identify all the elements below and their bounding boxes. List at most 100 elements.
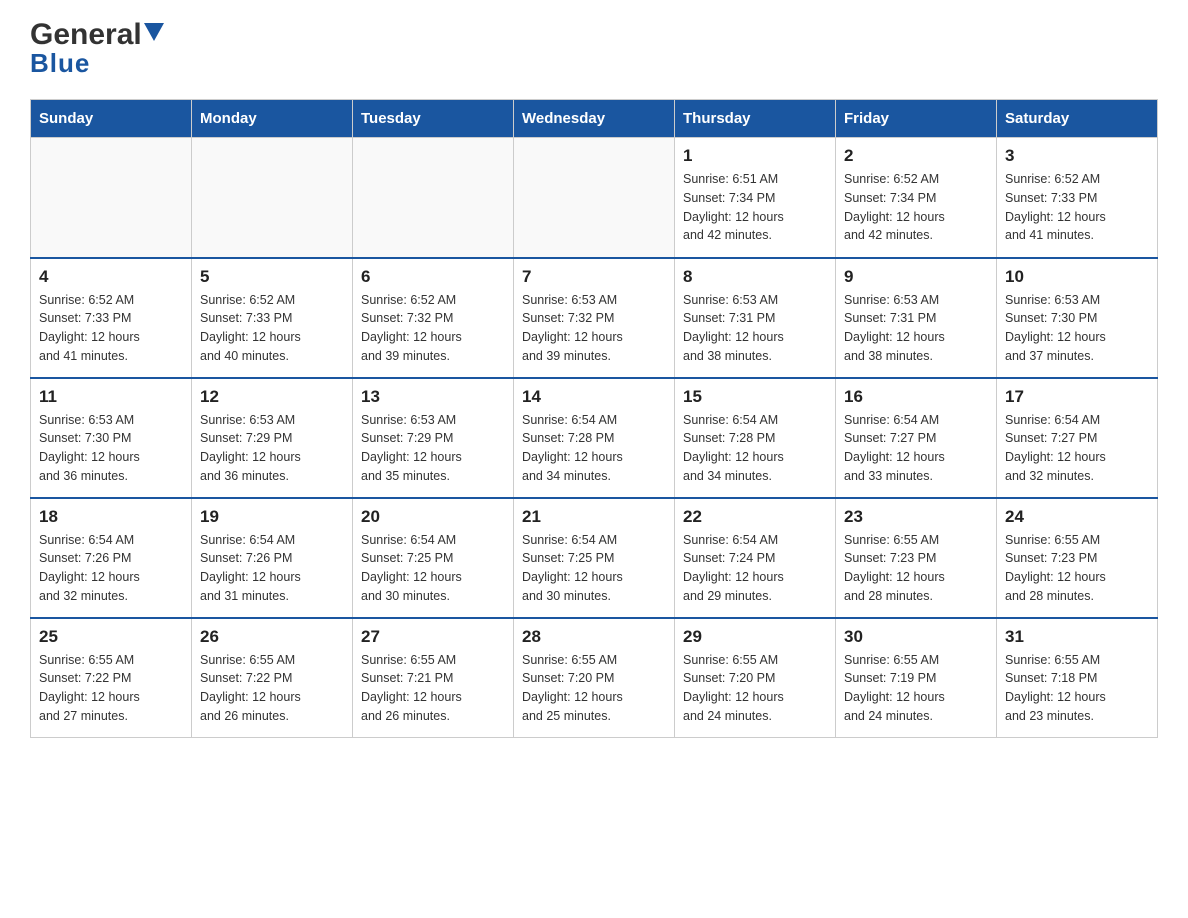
calendar-day-cell: 13Sunrise: 6:53 AM Sunset: 7:29 PM Dayli… xyxy=(353,378,514,498)
day-info: Sunrise: 6:53 AM Sunset: 7:29 PM Dayligh… xyxy=(200,411,344,486)
day-number: 3 xyxy=(1005,146,1149,166)
day-number: 22 xyxy=(683,507,827,527)
calendar-day-cell xyxy=(353,138,514,258)
day-number: 31 xyxy=(1005,627,1149,647)
day-info: Sunrise: 6:55 AM Sunset: 7:20 PM Dayligh… xyxy=(683,651,827,726)
calendar-week-row: 18 Sunrise: 6:54 AM Sunset: 7:26 PM Dayli… xyxy=(31,498,1158,618)
day-of-week-header: Monday xyxy=(192,100,353,138)
day-number: 10 xyxy=(1005,267,1149,287)
day-info: Sunrise: 6:55 AM Sunset: 7:22 PM Dayligh… xyxy=(39,651,183,726)
day-number: 21 xyxy=(522,507,666,527)
calendar-day-cell: 27 Sunrise: 6:55 AM Sunset: 7:21 PM Dayli… xyxy=(353,618,514,738)
day-info: Sunrise: 6:53 AM Sunset: 7:32 PM Dayligh… xyxy=(522,291,666,366)
calendar-day-cell: 4 Sunrise: 6:52 AM Sunset: 7:33 PM Daylig… xyxy=(31,258,192,378)
calendar-day-cell: 17Sunrise: 6:54 AM Sunset: 7:27 PM Dayli… xyxy=(997,378,1158,498)
day-of-week-header: Sunday xyxy=(31,100,192,138)
day-number: 5 xyxy=(200,267,344,287)
calendar-day-cell: 15 Sunrise: 6:54 AM Sunset: 7:28 PM Dayli… xyxy=(675,378,836,498)
day-number: 14 xyxy=(522,387,666,407)
calendar-day-cell: 11 Sunrise: 6:53 AM Sunset: 7:30 PM Dayli… xyxy=(31,378,192,498)
logo: General Blue xyxy=(30,20,164,79)
logo-general: General xyxy=(30,20,142,50)
day-number: 11 xyxy=(39,387,183,407)
calendar-day-cell xyxy=(192,138,353,258)
calendar-table: SundayMondayTuesdayWednesdayThursdayFrid… xyxy=(30,99,1158,738)
day-number: 27 xyxy=(361,627,505,647)
day-of-week-header: Friday xyxy=(836,100,997,138)
day-number: 15 xyxy=(683,387,827,407)
day-number: 30 xyxy=(844,627,988,647)
calendar-day-cell: 24 Sunrise: 6:55 AM Sunset: 7:23 PM Dayli… xyxy=(997,498,1158,618)
day-number: 9 xyxy=(844,267,988,287)
day-number: 17 xyxy=(1005,387,1149,407)
calendar-day-cell: 29 Sunrise: 6:55 AM Sunset: 7:20 PM Dayli… xyxy=(675,618,836,738)
day-info: Sunrise: 6:54 AM Sunset: 7:27 PM Dayligh… xyxy=(844,411,988,486)
calendar-day-cell: 30 Sunrise: 6:55 AM Sunset: 7:19 PM Dayli… xyxy=(836,618,997,738)
calendar-day-cell: 18 Sunrise: 6:54 AM Sunset: 7:26 PM Dayli… xyxy=(31,498,192,618)
day-info: Sunrise: 6:55 AM Sunset: 7:19 PM Dayligh… xyxy=(844,651,988,726)
day-number: 24 xyxy=(1005,507,1149,527)
day-info: Sunrise: 6:55 AM Sunset: 7:18 PM Dayligh… xyxy=(1005,651,1149,726)
day-number: 4 xyxy=(39,267,183,287)
calendar-week-row: 25 Sunrise: 6:55 AM Sunset: 7:22 PM Dayli… xyxy=(31,618,1158,738)
calendar-day-cell: 23 Sunrise: 6:55 AM Sunset: 7:23 PM Dayli… xyxy=(836,498,997,618)
day-number: 6 xyxy=(361,267,505,287)
logo-triangle-icon xyxy=(144,23,164,43)
day-info: Sunrise: 6:52 AM Sunset: 7:32 PM Dayligh… xyxy=(361,291,505,366)
day-info: Sunrise: 6:53 AM Sunset: 7:31 PM Dayligh… xyxy=(844,291,988,366)
logo-blue: Blue xyxy=(30,48,90,79)
day-info: Sunrise: 6:53 AM Sunset: 7:30 PM Dayligh… xyxy=(1005,291,1149,366)
day-info: Sunrise: 6:54 AM Sunset: 7:26 PM Dayligh… xyxy=(39,531,183,606)
calendar-day-cell: 9 Sunrise: 6:53 AM Sunset: 7:31 PM Daylig… xyxy=(836,258,997,378)
day-info: Sunrise: 6:54 AM Sunset: 7:25 PM Dayligh… xyxy=(361,531,505,606)
calendar-week-row: 11 Sunrise: 6:53 AM Sunset: 7:30 PM Dayli… xyxy=(31,378,1158,498)
day-info: Sunrise: 6:52 AM Sunset: 7:33 PM Dayligh… xyxy=(200,291,344,366)
day-info: Sunrise: 6:55 AM Sunset: 7:22 PM Dayligh… xyxy=(200,651,344,726)
calendar-day-cell: 31 Sunrise: 6:55 AM Sunset: 7:18 PM Dayli… xyxy=(997,618,1158,738)
calendar-day-cell: 7Sunrise: 6:53 AM Sunset: 7:32 PM Daylig… xyxy=(514,258,675,378)
calendar-day-cell: 28 Sunrise: 6:55 AM Sunset: 7:20 PM Dayli… xyxy=(514,618,675,738)
day-info: Sunrise: 6:52 AM Sunset: 7:33 PM Dayligh… xyxy=(39,291,183,366)
day-of-week-header: Thursday xyxy=(675,100,836,138)
calendar-week-row: 1 Sunrise: 6:51 AM Sunset: 7:34 PM Daylig… xyxy=(31,138,1158,258)
day-info: Sunrise: 6:51 AM Sunset: 7:34 PM Dayligh… xyxy=(683,170,827,245)
calendar-day-cell: 25 Sunrise: 6:55 AM Sunset: 7:22 PM Dayli… xyxy=(31,618,192,738)
day-number: 26 xyxy=(200,627,344,647)
day-number: 20 xyxy=(361,507,505,527)
calendar-day-cell: 14 Sunrise: 6:54 AM Sunset: 7:28 PM Dayli… xyxy=(514,378,675,498)
day-info: Sunrise: 6:55 AM Sunset: 7:23 PM Dayligh… xyxy=(844,531,988,606)
day-number: 23 xyxy=(844,507,988,527)
day-info: Sunrise: 6:54 AM Sunset: 7:28 PM Dayligh… xyxy=(683,411,827,486)
calendar-day-cell: 16Sunrise: 6:54 AM Sunset: 7:27 PM Dayli… xyxy=(836,378,997,498)
logo-top: General xyxy=(30,20,164,50)
calendar-day-cell: 5 Sunrise: 6:52 AM Sunset: 7:33 PM Daylig… xyxy=(192,258,353,378)
day-of-week-header: Wednesday xyxy=(514,100,675,138)
day-number: 25 xyxy=(39,627,183,647)
day-info: Sunrise: 6:54 AM Sunset: 7:25 PM Dayligh… xyxy=(522,531,666,606)
calendar-day-cell: 2 Sunrise: 6:52 AM Sunset: 7:34 PM Daylig… xyxy=(836,138,997,258)
day-number: 29 xyxy=(683,627,827,647)
calendar-week-row: 4 Sunrise: 6:52 AM Sunset: 7:33 PM Daylig… xyxy=(31,258,1158,378)
day-info: Sunrise: 6:55 AM Sunset: 7:23 PM Dayligh… xyxy=(1005,531,1149,606)
day-info: Sunrise: 6:52 AM Sunset: 7:33 PM Dayligh… xyxy=(1005,170,1149,245)
calendar-day-cell: 26 Sunrise: 6:55 AM Sunset: 7:22 PM Dayli… xyxy=(192,618,353,738)
calendar-day-cell: 6 Sunrise: 6:52 AM Sunset: 7:32 PM Daylig… xyxy=(353,258,514,378)
day-info: Sunrise: 6:53 AM Sunset: 7:31 PM Dayligh… xyxy=(683,291,827,366)
day-info: Sunrise: 6:54 AM Sunset: 7:28 PM Dayligh… xyxy=(522,411,666,486)
day-of-week-header: Saturday xyxy=(997,100,1158,138)
calendar-header-row: SundayMondayTuesdayWednesdayThursdayFrid… xyxy=(31,100,1158,138)
calendar-day-cell xyxy=(514,138,675,258)
day-number: 28 xyxy=(522,627,666,647)
day-info: Sunrise: 6:53 AM Sunset: 7:30 PM Dayligh… xyxy=(39,411,183,486)
calendar-day-cell: 12 Sunrise: 6:53 AM Sunset: 7:29 PM Dayli… xyxy=(192,378,353,498)
day-number: 1 xyxy=(683,146,827,166)
day-number: 2 xyxy=(844,146,988,166)
day-info: Sunrise: 6:53 AM Sunset: 7:29 PM Dayligh… xyxy=(361,411,505,486)
day-info: Sunrise: 6:55 AM Sunset: 7:21 PM Dayligh… xyxy=(361,651,505,726)
day-info: Sunrise: 6:52 AM Sunset: 7:34 PM Dayligh… xyxy=(844,170,988,245)
calendar-day-cell: 21 Sunrise: 6:54 AM Sunset: 7:25 PM Dayli… xyxy=(514,498,675,618)
calendar-day-cell: 22Sunrise: 6:54 AM Sunset: 7:24 PM Dayli… xyxy=(675,498,836,618)
day-number: 12 xyxy=(200,387,344,407)
day-info: Sunrise: 6:55 AM Sunset: 7:20 PM Dayligh… xyxy=(522,651,666,726)
day-number: 18 xyxy=(39,507,183,527)
